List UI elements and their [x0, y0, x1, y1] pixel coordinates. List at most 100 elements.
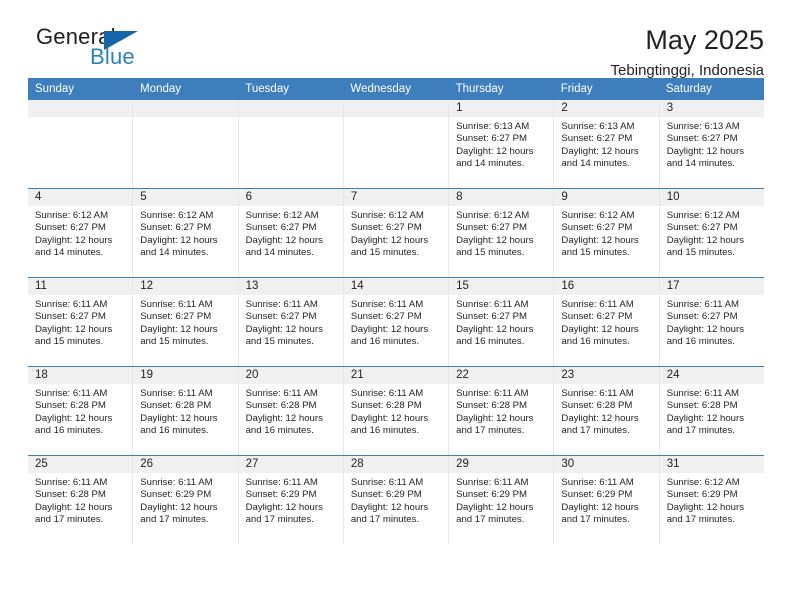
- daylight-text: Daylight: 12 hours: [245, 323, 323, 335]
- daylight-text: Daylight: 12 hours: [35, 501, 113, 513]
- day-details: Sunrise: 6:11 AM Sunset: 6:28 PM Daylight:…: [28, 473, 132, 526]
- sunset-text: Sunset: 6:28 PM: [350, 400, 422, 412]
- daylight-text: Daylight: 12 hours: [140, 323, 218, 335]
- daylight-text: Daylight: 12 hours: [140, 412, 218, 424]
- calendar-day-cell[interactable]: 30 Sunrise: 6:11 AM Sunset: 6:29 PM Dayligh…: [554, 456, 660, 544]
- sunrise-text: Sunrise: 6:11 AM: [456, 299, 529, 310]
- sunset-text: Sunset: 6:29 PM: [245, 489, 317, 501]
- calendar-day-cell[interactable]: 1 Sunrise: 6:13 AM Sunset: 6:27 PM Daylight…: [449, 100, 555, 188]
- calendar-day-cell[interactable]: 11 Sunrise: 6:11 AM Sunset: 6:27 PM Dayligh…: [28, 278, 134, 366]
- sunset-text: Sunset: 6:29 PM: [666, 489, 738, 501]
- day-details: Sunrise: 6:11 AM Sunset: 6:29 PM Daylight:…: [449, 473, 553, 526]
- calendar-day-cell[interactable]: 4 Sunrise: 6:12 AM Sunset: 6:27 PM Daylight…: [28, 189, 134, 277]
- page-header: General Blue May 2025 Tebingtinggi, Indo…: [28, 0, 764, 79]
- day-details: Sunrise: 6:11 AM Sunset: 6:27 PM Daylight:…: [133, 295, 237, 348]
- general-blue-logo[interactable]: General Blue: [28, 26, 158, 72]
- day-number: 10: [659, 189, 764, 206]
- sunset-text: Sunset: 6:28 PM: [666, 400, 738, 412]
- daylight-text: Daylight: 12 hours: [245, 412, 323, 424]
- daylight-text: Daylight: 12 hours: [666, 234, 745, 246]
- calendar-day-cell[interactable]: 15 Sunrise: 6:11 AM Sunset: 6:27 PM Dayligh…: [449, 278, 555, 366]
- calendar-day-cell[interactable]: 12 Sunrise: 6:11 AM Sunset: 6:27 PM Dayligh…: [133, 278, 239, 366]
- logo-text-blue: Blue: [90, 44, 135, 69]
- calendar-day-cell[interactable]: 25 Sunrise: 6:11 AM Sunset: 6:28 PM Dayligh…: [28, 456, 134, 544]
- daylight-text: and 15 minutes.: [35, 335, 104, 347]
- day-details: Sunrise: 6:11 AM Sunset: 6:29 PM Daylight:…: [239, 473, 343, 526]
- day-details: Sunrise: 6:13 AM Sunset: 6:27 PM Daylight:…: [554, 117, 658, 170]
- sunrise-text: Sunrise: 6:11 AM: [35, 299, 108, 310]
- daylight-text: and 17 minutes.: [350, 513, 420, 525]
- sunrise-text: Sunrise: 6:11 AM: [666, 299, 740, 310]
- day-details: Sunrise: 6:11 AM Sunset: 6:27 PM Daylight:…: [344, 295, 448, 348]
- day-number: 23: [554, 367, 659, 384]
- daylight-text: and 14 minutes.: [245, 246, 314, 258]
- calendar-day-cell[interactable]: 17 Sunrise: 6:11 AM Sunset: 6:27 PM Dayligh…: [659, 278, 764, 366]
- calendar-day-cell[interactable]: 10 Sunrise: 6:12 AM Sunset: 6:27 PM Dayligh…: [659, 189, 764, 277]
- sunrise-text: Sunrise: 6:12 AM: [35, 210, 109, 221]
- daylight-text: Daylight: 12 hours: [35, 323, 113, 335]
- sunset-text: Sunset: 6:27 PM: [35, 222, 106, 234]
- sunrise-text: Sunrise: 6:11 AM: [456, 388, 529, 399]
- calendar-day-cell[interactable]: 9 Sunrise: 6:12 AM Sunset: 6:27 PM Daylight…: [554, 189, 660, 277]
- calendar-day-cell[interactable]: 14 Sunrise: 6:11 AM Sunset: 6:27 PM Dayligh…: [343, 278, 450, 366]
- weekday-header-friday: Friday: [560, 83, 593, 95]
- sunrise-text: Sunrise: 6:11 AM: [245, 477, 318, 488]
- daylight-text: and 17 minutes.: [561, 424, 630, 436]
- day-number: 14: [343, 278, 449, 295]
- daylight-text: and 16 minutes.: [561, 335, 630, 347]
- calendar-day-cell[interactable]: 13 Sunrise: 6:11 AM Sunset: 6:27 PM Dayligh…: [238, 278, 344, 366]
- daylight-text: and 16 minutes.: [35, 424, 104, 436]
- daylight-text: and 15 minutes.: [140, 335, 209, 347]
- calendar-day-cell[interactable]: 21 Sunrise: 6:11 AM Sunset: 6:28 PM Dayligh…: [343, 367, 450, 455]
- day-number: 18: [28, 367, 133, 384]
- calendar-day-cell[interactable]: 6 Sunrise: 6:12 AM Sunset: 6:27 PM Daylight…: [238, 189, 344, 277]
- calendar-day-cell[interactable]: 7 Sunrise: 6:12 AM Sunset: 6:27 PM Daylight…: [343, 189, 450, 277]
- daylight-text: and 14 minutes.: [561, 157, 630, 169]
- calendar-day-cell[interactable]: 22 Sunrise: 6:11 AM Sunset: 6:28 PM Dayligh…: [449, 367, 555, 455]
- sunrise-text: Sunrise: 6:12 AM: [350, 210, 424, 221]
- weekday-header-sunday: Sunday: [35, 83, 75, 95]
- day-number: 5: [133, 189, 238, 206]
- sunrise-text: Sunrise: 6:12 AM: [561, 210, 635, 221]
- day-number: 4: [28, 189, 133, 206]
- calendar-day-cell[interactable]: 8 Sunrise: 6:12 AM Sunset: 6:27 PM Daylight…: [449, 189, 555, 277]
- calendar-day-cell[interactable]: 18 Sunrise: 6:11 AM Sunset: 6:28 PM Dayligh…: [28, 367, 134, 455]
- day-number: 9: [554, 189, 659, 206]
- day-details: Sunrise: 6:13 AM Sunset: 6:27 PM Daylight:…: [660, 117, 764, 170]
- calendar-day-cell[interactable]: 20 Sunrise: 6:11 AM Sunset: 6:28 PM Dayligh…: [238, 367, 344, 455]
- sunset-text: Sunset: 6:28 PM: [245, 400, 317, 412]
- day-number: 27: [238, 456, 343, 473]
- daylight-text: and 14 minutes.: [456, 157, 525, 169]
- sunrise-text: Sunrise: 6:11 AM: [245, 388, 318, 399]
- sunset-text: Sunset: 6:27 PM: [350, 311, 422, 323]
- sunset-text: Sunset: 6:27 PM: [456, 311, 528, 323]
- calendar-day-cell[interactable]: 28 Sunrise: 6:11 AM Sunset: 6:29 PM Dayligh…: [343, 456, 450, 544]
- calendar-day-cell[interactable]: 26 Sunrise: 6:11 AM Sunset: 6:29 PM Dayligh…: [133, 456, 239, 544]
- calendar-day-cell[interactable]: 3 Sunrise: 6:13 AM Sunset: 6:27 PM Daylight…: [659, 100, 764, 188]
- daylight-text: and 17 minutes.: [35, 513, 104, 525]
- calendar-day-cell[interactable]: 31 Sunrise: 6:12 AM Sunset: 6:29 PM Dayligh…: [659, 456, 764, 544]
- calendar-day-cell[interactable]: 29 Sunrise: 6:11 AM Sunset: 6:29 PM Dayligh…: [449, 456, 555, 544]
- day-number: 7: [343, 189, 449, 206]
- calendar-day-cell[interactable]: 24 Sunrise: 6:11 AM Sunset: 6:28 PM Dayligh…: [659, 367, 764, 455]
- weekday-header-tuesday: Tuesday: [245, 83, 289, 95]
- day-number: 11: [28, 278, 133, 295]
- calendar-day-cell[interactable]: 5 Sunrise: 6:12 AM Sunset: 6:27 PM Daylight…: [133, 189, 239, 277]
- calendar-grid: Sunday Monday Tuesday Wednesday Thursday Frid…: [28, 78, 764, 544]
- sunset-text: Sunset: 6:27 PM: [561, 311, 633, 323]
- sunset-text: Sunset: 6:27 PM: [456, 222, 528, 234]
- calendar-day-cell[interactable]: 2 Sunrise: 6:13 AM Sunset: 6:27 PM Daylight…: [554, 100, 660, 188]
- daylight-text: Daylight: 12 hours: [666, 412, 745, 424]
- sunset-text: Sunset: 6:27 PM: [245, 311, 317, 323]
- calendar-day-cell[interactable]: 23 Sunrise: 6:11 AM Sunset: 6:28 PM Dayligh…: [554, 367, 660, 455]
- calendar-week-row: 1 Sunrise: 6:13 AM Sunset: 6:27 PM Daylight…: [28, 100, 764, 188]
- calendar-day-cell[interactable]: 27 Sunrise: 6:11 AM Sunset: 6:29 PM Dayligh…: [238, 456, 344, 544]
- calendar-day-cell[interactable]: 19 Sunrise: 6:11 AM Sunset: 6:28 PM Dayligh…: [133, 367, 239, 455]
- calendar-day-cell[interactable]: 16 Sunrise: 6:11 AM Sunset: 6:27 PM Dayligh…: [554, 278, 660, 366]
- day-details: Sunrise: 6:11 AM Sunset: 6:28 PM Daylight:…: [344, 384, 448, 437]
- daylight-text: and 17 minutes.: [561, 513, 630, 525]
- day-details: Sunrise: 6:12 AM Sunset: 6:27 PM Daylight:…: [554, 206, 658, 259]
- daylight-text: and 17 minutes.: [245, 513, 314, 525]
- daylight-text: Daylight: 12 hours: [456, 234, 534, 246]
- day-details: Sunrise: 6:11 AM Sunset: 6:28 PM Daylight:…: [28, 384, 132, 437]
